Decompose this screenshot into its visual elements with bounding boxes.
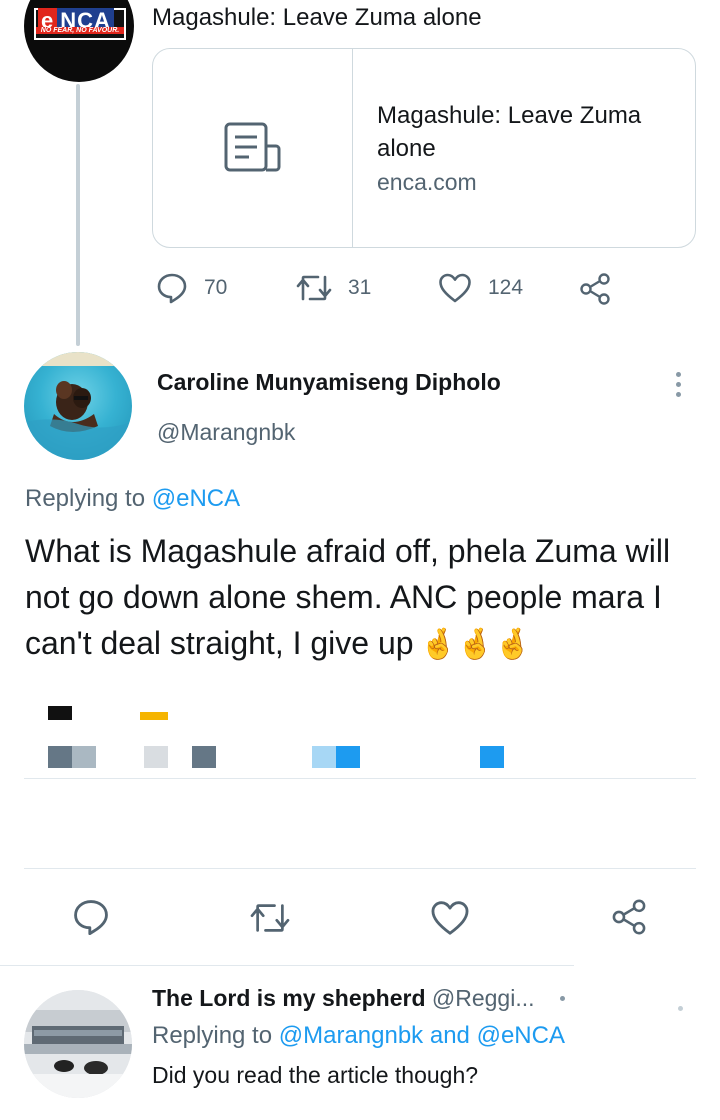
share-icon: [612, 899, 646, 935]
card-domain: enca.com: [377, 169, 477, 195]
tweet-body: What is Magashule afraid off, phela Zuma…: [25, 528, 705, 668]
render-artifact: [336, 746, 360, 768]
display-name[interactable]: The Lord is my shepherd: [152, 985, 426, 1011]
render-artifact: [192, 746, 216, 768]
divider: [24, 868, 696, 869]
render-artifact: [140, 712, 168, 720]
card-thumbnail: [153, 49, 353, 247]
enca-avatar[interactable]: e NCA NO FEAR, NO FAVOUR.: [24, 0, 134, 82]
display-name[interactable]: Caroline Munyamiseng Dipholo: [157, 369, 501, 396]
retweet-button[interactable]: 31: [296, 272, 371, 304]
tweet-body: Did you read the article though?: [152, 1062, 479, 1088]
tweet3-header[interactable]: The Lord is my shepherd @Reggi...: [152, 985, 535, 1012]
like-count: 124: [488, 276, 524, 299]
render-artifact: [312, 746, 336, 768]
divider: [0, 965, 574, 966]
avatar[interactable]: [24, 990, 132, 1098]
profile-photo: [24, 352, 132, 460]
reply-icon: [74, 900, 108, 936]
more-options-icon[interactable]: [560, 996, 565, 1001]
retweet-button[interactable]: [248, 900, 292, 941]
share-button[interactable]: [610, 898, 648, 941]
share-button[interactable]: [578, 272, 628, 306]
reply-button[interactable]: [72, 898, 110, 941]
retweet-icon: [296, 275, 332, 301]
like-button[interactable]: 124: [438, 272, 523, 304]
link-card[interactable]: Magashule: Leave Zuma alone enca.com: [152, 48, 696, 248]
more-options-icon[interactable]: [676, 372, 684, 402]
article-icon: [224, 122, 280, 172]
reply-icon: [157, 273, 187, 304]
thread-line: [76, 84, 80, 346]
reply-button[interactable]: 70: [156, 272, 227, 304]
divider: [24, 778, 696, 779]
reply-count: 70: [204, 276, 228, 299]
share-icon: [580, 273, 610, 305]
mention-link[interactable]: @Marangnbk: [279, 1022, 423, 1049]
user-handle[interactable]: @Reggi...: [432, 985, 535, 1011]
heart-icon: [431, 901, 469, 935]
render-artifact: [480, 746, 504, 768]
retweet-count: 31: [348, 276, 372, 299]
like-button[interactable]: [430, 899, 470, 942]
mention-link[interactable]: @eNCA: [152, 485, 240, 512]
heart-icon: [439, 273, 471, 303]
render-artifact: [144, 746, 168, 768]
retweet-icon: [250, 904, 290, 932]
mention-link[interactable]: @eNCA: [477, 1022, 565, 1049]
card-title: Magashule: Leave Zuma alone: [377, 102, 642, 162]
render-artifact: [48, 706, 72, 720]
crossed-fingers-emoji: 🤞🤞🤞: [419, 628, 532, 661]
user-handle[interactable]: @Marangnbk: [157, 419, 295, 446]
profile-photo: [24, 990, 132, 1098]
render-artifact: [72, 746, 96, 768]
render-artifact: [48, 746, 72, 768]
render-artifact: [678, 1006, 683, 1011]
avatar[interactable]: [24, 352, 132, 460]
replying-to: Replying to @eNCA: [25, 485, 241, 512]
tweet-actions-bar: [0, 888, 720, 948]
replying-to: Replying to @Marangnbk and @eNCA: [152, 1022, 565, 1049]
enca-tagline: NO FEAR, NO FAVOUR.: [36, 27, 124, 34]
tweet-text: Magashule: Leave Zuma alone: [152, 4, 482, 31]
